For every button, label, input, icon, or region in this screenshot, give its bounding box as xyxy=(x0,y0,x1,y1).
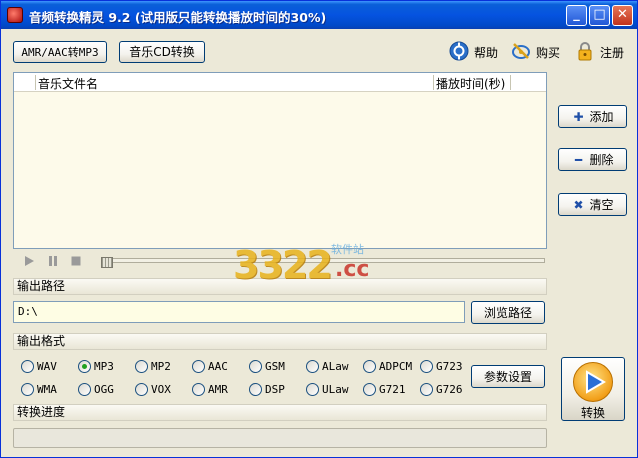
file-list-header: 音乐文件名 播放时间(秒) xyxy=(14,73,546,92)
radio-label: ADPCM xyxy=(379,360,413,373)
radio-label: AAC xyxy=(208,360,228,373)
buy-label: 购买 xyxy=(536,46,561,60)
watermark-number: 3322 xyxy=(233,243,333,287)
radio-label: WAV xyxy=(37,360,57,373)
lock-icon xyxy=(578,42,592,61)
file-list[interactable]: 音乐文件名 播放时间(秒) xyxy=(13,72,547,249)
radio-dot[interactable] xyxy=(420,360,433,373)
amr-aac-to-mp3-button[interactable]: AMR/AAC转MP3 xyxy=(13,41,107,63)
minus-icon: ━ xyxy=(574,152,583,167)
output-path-input[interactable]: D:\ xyxy=(13,301,465,323)
plus-icon: ✚ xyxy=(573,109,584,124)
radio-label: G726 xyxy=(436,383,463,396)
browse-path-button[interactable]: 浏览路径 xyxy=(471,301,545,324)
column-separator[interactable] xyxy=(433,75,434,90)
radio-label: GSM xyxy=(265,360,285,373)
convert-label: 转换 xyxy=(580,406,605,420)
radio-label: MP2 xyxy=(151,360,171,373)
radio-dot[interactable] xyxy=(78,360,91,373)
stop-icon[interactable] xyxy=(70,255,82,267)
watermark-suffix: .cc xyxy=(335,257,370,282)
pause-icon[interactable] xyxy=(47,255,59,267)
close-button[interactable]: ✕ xyxy=(612,5,633,26)
radio-dot[interactable] xyxy=(363,360,376,373)
register-label: 注册 xyxy=(600,46,625,60)
radio-label: DSP xyxy=(265,383,285,396)
radio-dot[interactable] xyxy=(135,360,148,373)
radio-dot[interactable] xyxy=(420,383,433,396)
minimize-button[interactable]: _ xyxy=(566,5,587,26)
maximize-button[interactable]: □ xyxy=(589,5,610,26)
radio-dot[interactable] xyxy=(249,383,262,396)
radio-dot[interactable] xyxy=(192,383,205,396)
column-header-filename[interactable]: 音乐文件名 xyxy=(38,75,98,92)
help-icon xyxy=(449,41,469,61)
watermark-text: 软件站 xyxy=(331,243,364,256)
play-circle-icon xyxy=(573,362,613,402)
radio-dot[interactable] xyxy=(306,383,319,396)
x-icon: ✖ xyxy=(573,197,584,212)
radio-dot[interactable] xyxy=(192,360,205,373)
title-bar[interactable]: 音频转换精灵 9.2 (试用版只能转换播放时间的30%) _ □ ✕ xyxy=(1,1,637,29)
radio-label: G721 xyxy=(379,383,406,396)
radio-dot[interactable] xyxy=(306,360,319,373)
window-title: 音频转换精灵 9.2 (试用版只能转换播放时间的30%) xyxy=(29,10,327,25)
radio-label: ALaw xyxy=(322,360,349,373)
radio-label: ULaw xyxy=(322,383,349,396)
radio-dot[interactable] xyxy=(21,360,34,373)
column-header-duration[interactable]: 播放时间(秒) xyxy=(436,75,505,92)
add-label: 添加 xyxy=(589,109,614,124)
clear-button[interactable]: ✖ 清空 xyxy=(558,193,627,216)
parameter-settings-button[interactable]: 参数设置 xyxy=(471,365,545,388)
buy-icon xyxy=(512,43,530,59)
radio-label: OGG xyxy=(94,383,114,396)
radio-dot[interactable] xyxy=(21,383,34,396)
site-watermark: 3322 软件站 .cc xyxy=(233,239,373,295)
radio-dot[interactable] xyxy=(363,383,376,396)
play-icon[interactable] xyxy=(23,255,35,267)
output-format-section: 输出格式 xyxy=(13,333,547,350)
conversion-progress-bar xyxy=(13,428,547,448)
delete-label: 删除 xyxy=(589,152,614,167)
help-label: 帮助 xyxy=(474,46,499,60)
radio-label: WMA xyxy=(37,383,57,396)
conversion-progress-section: 转换进度 xyxy=(13,404,547,421)
radio-dot[interactable] xyxy=(135,383,148,396)
app-window: 音频转换精灵 9.2 (试用版只能转换播放时间的30%) _ □ ✕ AMR/A… xyxy=(0,0,638,458)
radio-label: MP3 xyxy=(94,360,114,373)
radio-label: G723 xyxy=(436,360,463,373)
app-icon[interactable] xyxy=(7,7,23,23)
seek-thumb[interactable] xyxy=(101,257,113,268)
radio-dot[interactable] xyxy=(249,360,262,373)
delete-button[interactable]: ━ 删除 xyxy=(558,148,627,171)
clear-label: 清空 xyxy=(589,197,614,212)
radio-dot[interactable] xyxy=(78,383,91,396)
convert-button[interactable]: 转换 xyxy=(561,357,625,421)
radio-label: VOX xyxy=(151,383,171,396)
add-button[interactable]: ✚ 添加 xyxy=(558,105,627,128)
column-separator[interactable] xyxy=(510,75,511,90)
radio-label: AMR xyxy=(208,383,228,396)
music-cd-convert-button[interactable]: 音乐CD转换 xyxy=(119,41,205,63)
column-separator[interactable] xyxy=(35,75,36,90)
